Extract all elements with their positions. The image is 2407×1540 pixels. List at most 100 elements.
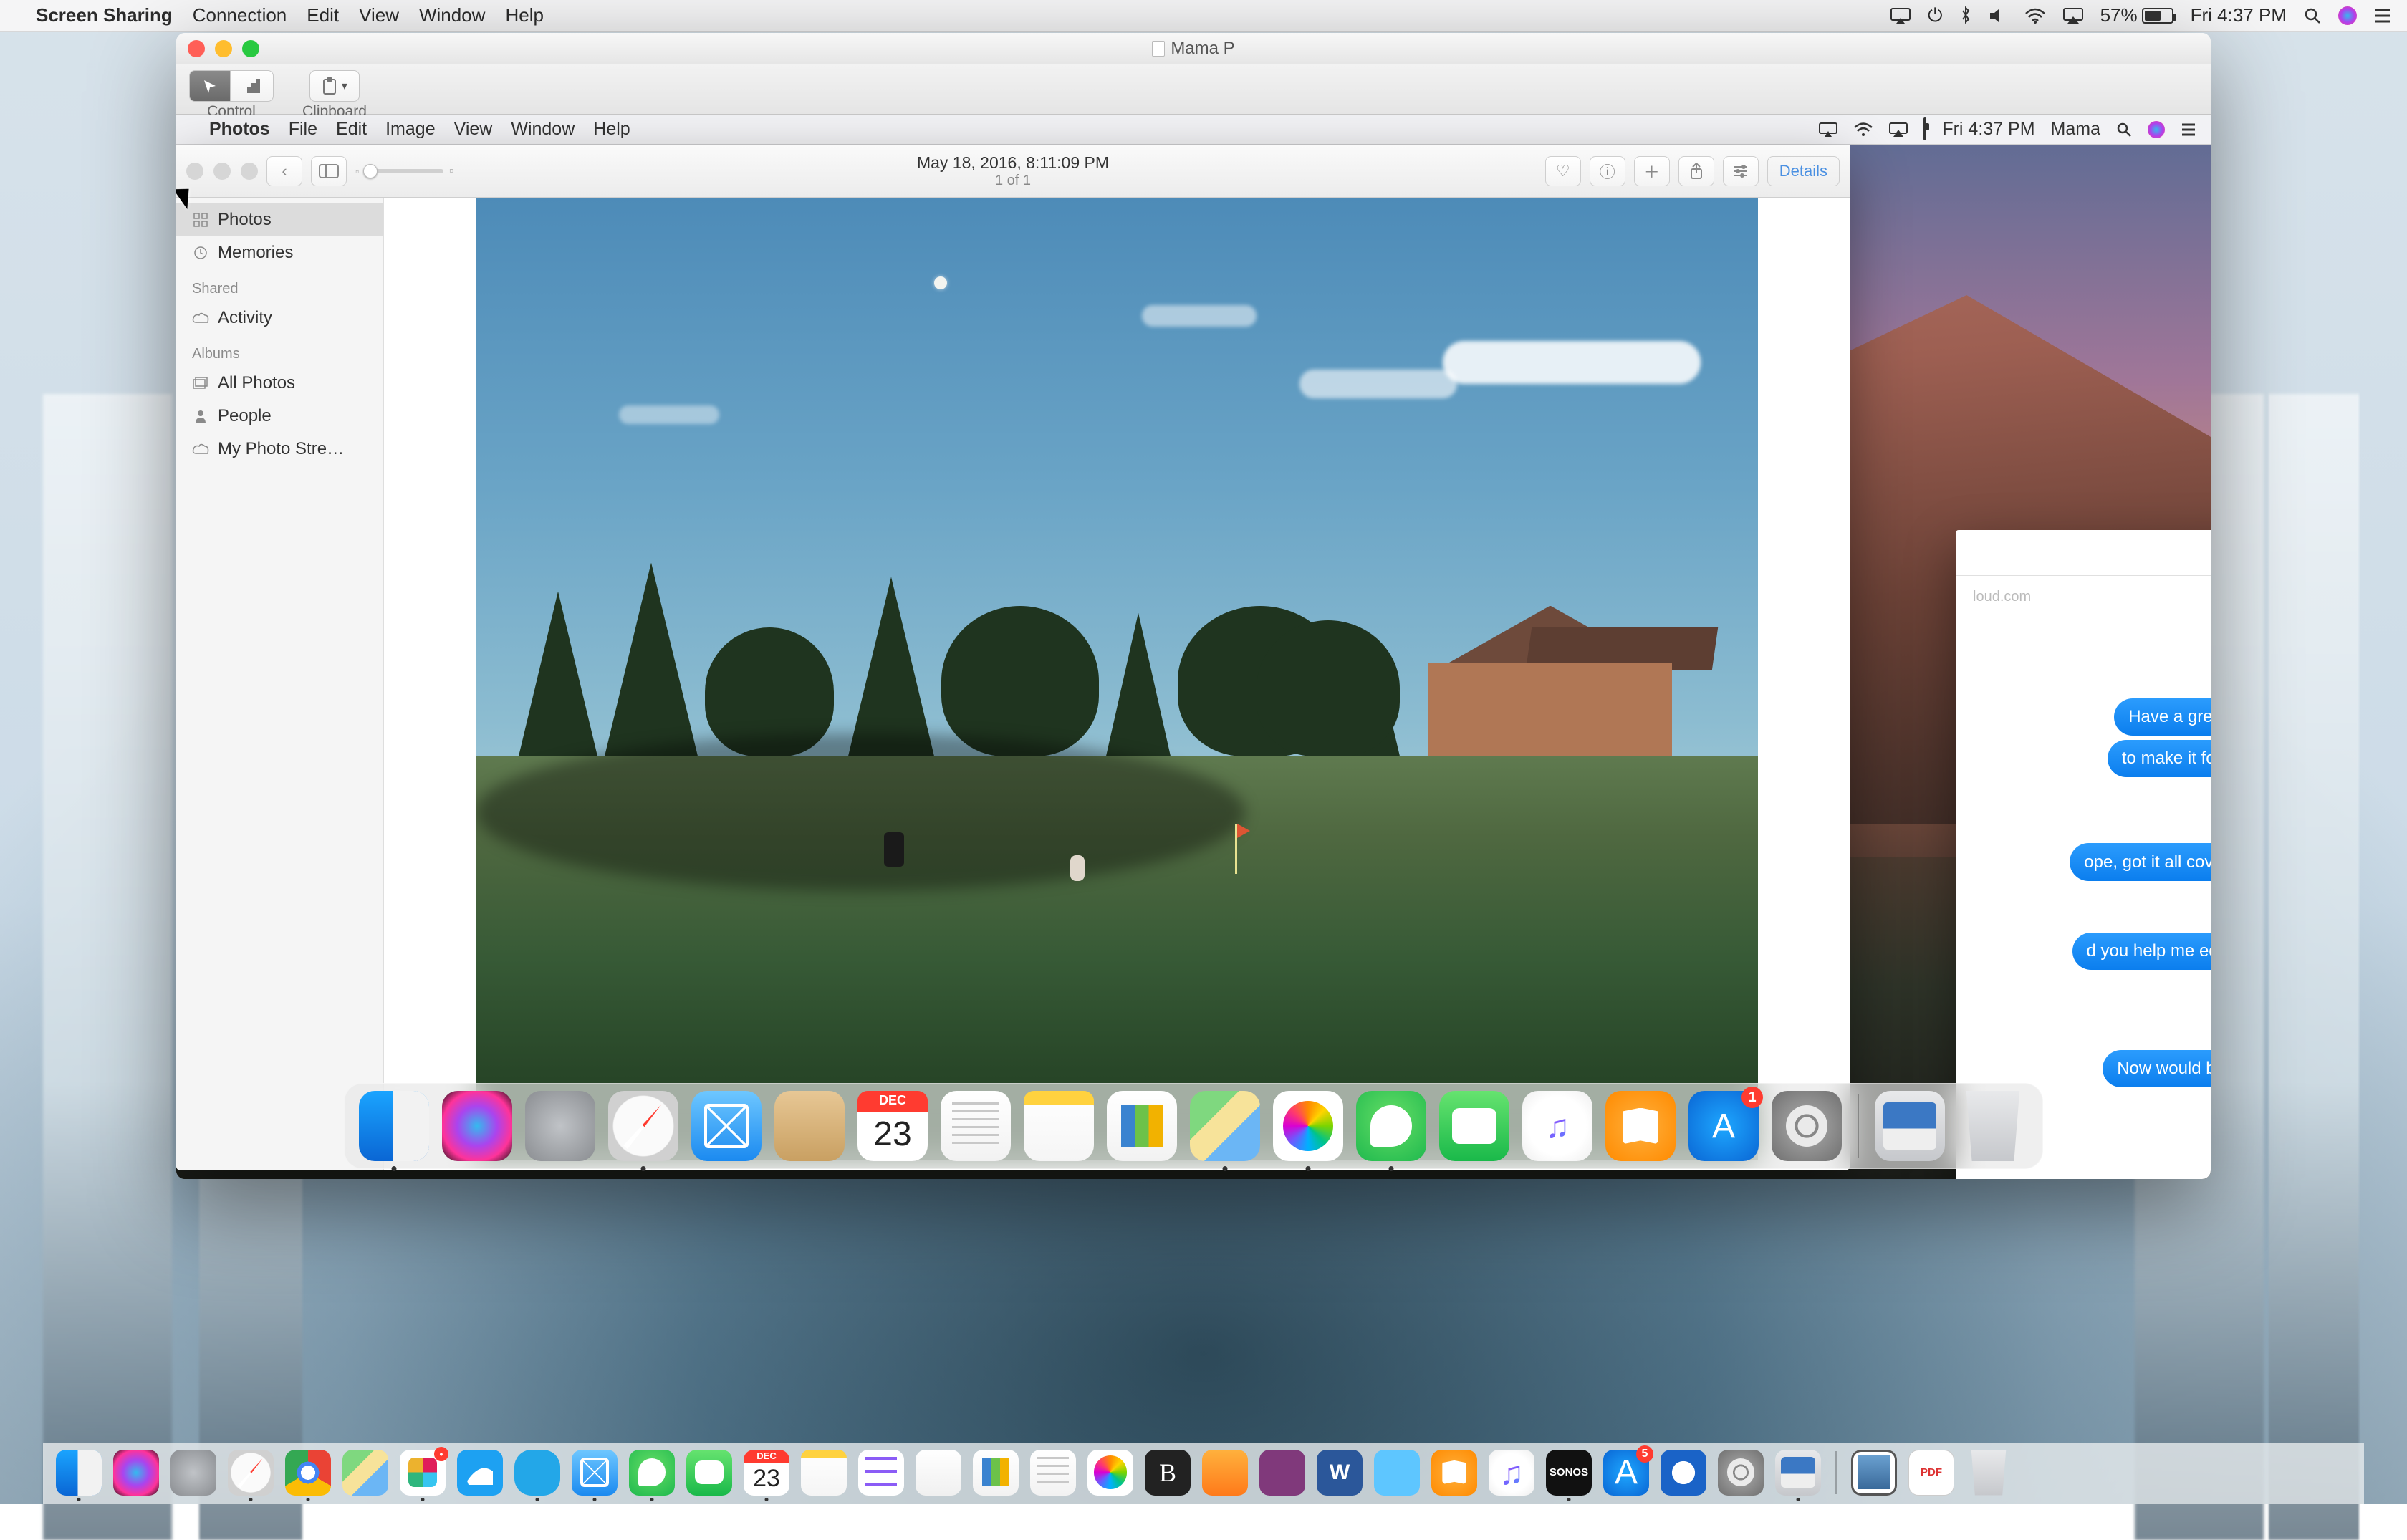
ldock-ibooks[interactable] xyxy=(1431,1450,1477,1496)
ldock-pages[interactable] xyxy=(1030,1450,1076,1496)
ldock-itunes[interactable] xyxy=(1489,1450,1534,1496)
window-titlebar[interactable]: Mama P xyxy=(176,33,2211,64)
wifi-icon[interactable] xyxy=(2024,8,2046,24)
ldock-safari[interactable] xyxy=(228,1450,274,1496)
close-button[interactable] xyxy=(188,40,205,57)
ldock-word[interactable] xyxy=(1317,1450,1363,1496)
sidebar-item-activity[interactable]: Activity xyxy=(176,302,383,335)
ldock-chrome[interactable] xyxy=(285,1450,331,1496)
ldock-pdf-doc[interactable] xyxy=(1908,1450,1954,1496)
remote-menu-help[interactable]: Help xyxy=(593,119,630,140)
dock-appstore[interactable]: 1 xyxy=(1688,1091,1759,1161)
app-name[interactable]: Screen Sharing xyxy=(36,4,173,27)
back-button[interactable]: ‹ xyxy=(266,156,302,186)
control-mode-button[interactable] xyxy=(189,70,231,102)
ldock-dash[interactable] xyxy=(1374,1450,1420,1496)
remote-menu-view[interactable]: View xyxy=(454,119,493,140)
ldock-screensharing[interactable] xyxy=(1775,1450,1821,1496)
ldock-notes[interactable] xyxy=(801,1450,847,1496)
dock-launchpad[interactable] xyxy=(525,1091,595,1161)
remote-desktop[interactable]: Photos File Edit Image View Window Help … xyxy=(176,115,2211,1179)
ldock-finder[interactable] xyxy=(56,1450,102,1496)
menu-window[interactable]: Window xyxy=(419,4,485,27)
ldock-reminders[interactable] xyxy=(858,1450,904,1496)
notification-center-icon[interactable] xyxy=(2374,8,2391,24)
add-button[interactable]: ＋ xyxy=(1634,156,1670,186)
remote-battery-icon[interactable] xyxy=(1923,119,1926,140)
dock-screenshare-doc[interactable] xyxy=(1875,1091,1945,1161)
ldock-launchpad[interactable] xyxy=(170,1450,216,1496)
remote-notification-icon[interactable] xyxy=(2181,122,2196,137)
dock-pages[interactable] xyxy=(941,1091,1011,1161)
remote-user-name[interactable]: Mama xyxy=(2051,119,2100,140)
adjust-button[interactable] xyxy=(1723,156,1759,186)
ldock-calendar[interactable]: DEC 23 xyxy=(744,1450,789,1496)
sidebar-item-photo-stream[interactable]: My Photo Stre… xyxy=(176,433,383,466)
remote-menu-image[interactable]: Image xyxy=(385,119,435,140)
remote-menu-file[interactable]: File xyxy=(289,119,317,140)
dock-facetime[interactable] xyxy=(1439,1091,1509,1161)
zoom-thumb[interactable] xyxy=(363,164,378,178)
zoom-slider[interactable]: ▫ ▫ xyxy=(355,163,453,178)
menu-help[interactable]: Help xyxy=(505,4,543,27)
dock-ibooks[interactable] xyxy=(1605,1091,1676,1161)
remote-spotlight-icon[interactable] xyxy=(2116,122,2132,138)
photo-viewer[interactable] xyxy=(384,198,1850,1170)
dock-itunes[interactable] xyxy=(1522,1091,1592,1161)
bluetooth-icon[interactable] xyxy=(1960,6,1971,25)
dock-messages[interactable] xyxy=(1356,1091,1426,1161)
clock[interactable]: Fri 4:37 PM xyxy=(2191,4,2287,27)
dock-contacts[interactable] xyxy=(774,1091,845,1161)
sidebar-item-all-photos[interactable]: All Photos xyxy=(176,367,383,400)
dock-notes[interactable] xyxy=(1024,1091,1094,1161)
remote-screenmirror-icon[interactable] xyxy=(1819,122,1837,137)
dock-numbers[interactable] xyxy=(1107,1091,1177,1161)
dock-safari[interactable] xyxy=(608,1091,678,1161)
ldock-photos[interactable] xyxy=(1087,1450,1133,1496)
ldock-keynote[interactable] xyxy=(916,1450,961,1496)
ldock-siri[interactable] xyxy=(113,1450,159,1496)
ldock-facetime[interactable] xyxy=(686,1450,732,1496)
sidebar-toggle-button[interactable] xyxy=(311,156,347,186)
sidebar-item-memories[interactable]: Memories xyxy=(176,236,383,269)
ldock-onenote[interactable] xyxy=(1259,1450,1305,1496)
dock-photos[interactable] xyxy=(1273,1091,1343,1161)
airplay-icon[interactable] xyxy=(2063,8,2083,24)
message-bubble[interactable]: to make it for dinner xyxy=(2108,740,2211,777)
ldock-slack[interactable]: • xyxy=(400,1450,446,1496)
remote-menu-edit[interactable]: Edit xyxy=(336,119,367,140)
dock-finder[interactable] xyxy=(359,1091,429,1161)
ldock-tweetbot[interactable] xyxy=(514,1450,560,1496)
dock-sysprefs[interactable] xyxy=(1772,1091,1842,1161)
ldock-sonos[interactable]: SONOS xyxy=(1546,1450,1592,1496)
sidebar-item-photos[interactable]: Photos xyxy=(176,203,383,236)
clipboard-button[interactable]: ▾ xyxy=(309,70,360,102)
remote-wifi-icon[interactable] xyxy=(1853,122,1873,137)
ldock-trash[interactable] xyxy=(1966,1450,2012,1496)
photos-close-button[interactable] xyxy=(186,163,203,180)
ldock-messages[interactable] xyxy=(629,1450,675,1496)
battery-status[interactable]: 57% xyxy=(2100,4,2173,27)
observe-mode-button[interactable] xyxy=(231,70,274,102)
dock-trash[interactable] xyxy=(1958,1091,2028,1161)
ldock-mail[interactable] xyxy=(572,1450,618,1496)
screenmirror-icon[interactable] xyxy=(1890,8,1911,24)
info-button[interactable]: ⓘ xyxy=(1590,156,1625,186)
ldock-bear[interactable]: B xyxy=(1145,1450,1191,1496)
remote-siri-icon[interactable] xyxy=(2148,121,2165,138)
volume-icon[interactable] xyxy=(1989,8,2007,24)
ldock-preview-doc[interactable] xyxy=(1851,1450,1897,1496)
menu-edit[interactable]: Edit xyxy=(307,4,339,27)
minimize-button[interactable] xyxy=(215,40,232,57)
spotlight-icon[interactable] xyxy=(2304,7,2321,24)
message-bubble[interactable]: ope, got it all covered 😉 xyxy=(2070,843,2211,881)
dock-calendar[interactable]: DEC 23 xyxy=(857,1091,928,1161)
photos-minimize-button[interactable] xyxy=(213,163,231,180)
dock-mail[interactable] xyxy=(691,1091,762,1161)
ldock-1password[interactable] xyxy=(1661,1450,1706,1496)
dock-maps[interactable] xyxy=(1190,1091,1260,1161)
details-button[interactable]: Details xyxy=(1767,156,1840,186)
ldock-maps[interactable] xyxy=(342,1450,388,1496)
dock-siri[interactable] xyxy=(442,1091,512,1161)
remote-app-name[interactable]: Photos xyxy=(209,119,270,140)
